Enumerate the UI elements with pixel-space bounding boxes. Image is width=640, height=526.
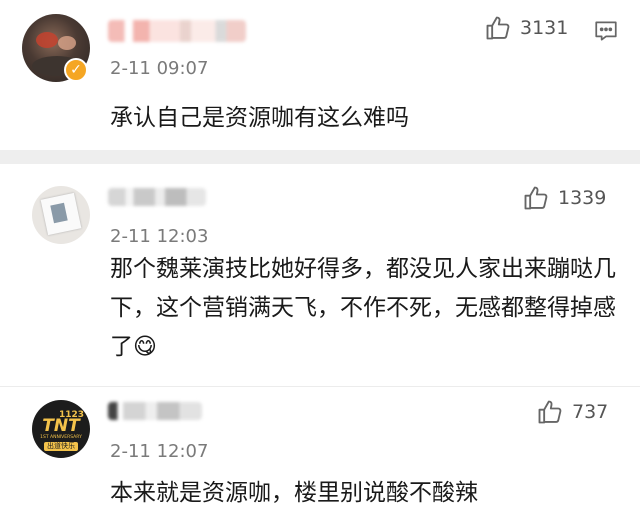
- comment-time: 2-11 12:03: [110, 226, 209, 247]
- comment-text: 本来就是资源咖，楼里别说酸不酸辣: [110, 480, 478, 506]
- username-blurred[interactable]: [108, 20, 246, 42]
- thumbs-up-icon: [538, 400, 562, 424]
- username-blurred[interactable]: [108, 402, 202, 420]
- like-button[interactable]: 737: [536, 398, 608, 426]
- avatar[interactable]: [32, 186, 90, 244]
- like-button[interactable]: 3131: [484, 14, 568, 42]
- comment-item-3: 1123 TNT 1ST ANNIVERSARY 出道快乐 2-11 12:07…: [0, 386, 640, 526]
- comment-text: 承认自己是资源咖有这么难吗: [110, 105, 409, 131]
- avatar[interactable]: 1123 TNT 1ST ANNIVERSARY 出道快乐: [32, 400, 90, 458]
- section-divider: [0, 150, 640, 164]
- username-blurred[interactable]: [108, 188, 206, 206]
- like-button[interactable]: 1339: [522, 184, 606, 212]
- comment-time: 2-11 09:07: [110, 58, 209, 79]
- thumbs-up-icon: [486, 16, 510, 40]
- like-count: 737: [572, 401, 609, 423]
- like-count: 3131: [520, 17, 569, 39]
- comment-item-1: ✓ 2-11 09:07 承认自己是资源咖有这么难吗 3131: [0, 0, 640, 150]
- comment-icon[interactable]: [593, 18, 619, 44]
- comment-text: 那个魏莱演技比她好得多，都没见人家出来蹦哒几下，这个营销满天飞，不作不死，无感都…: [110, 256, 616, 360]
- thumbs-up-icon: [524, 186, 548, 210]
- like-count: 1339: [558, 187, 607, 209]
- comment-time: 2-11 12:07: [110, 441, 209, 462]
- comment-item-2: 2-11 12:03 那个魏莱演技比她好得多，都没见人家出来蹦哒几下，这个营销满…: [0, 164, 640, 386]
- verified-badge-icon: ✓: [64, 58, 88, 82]
